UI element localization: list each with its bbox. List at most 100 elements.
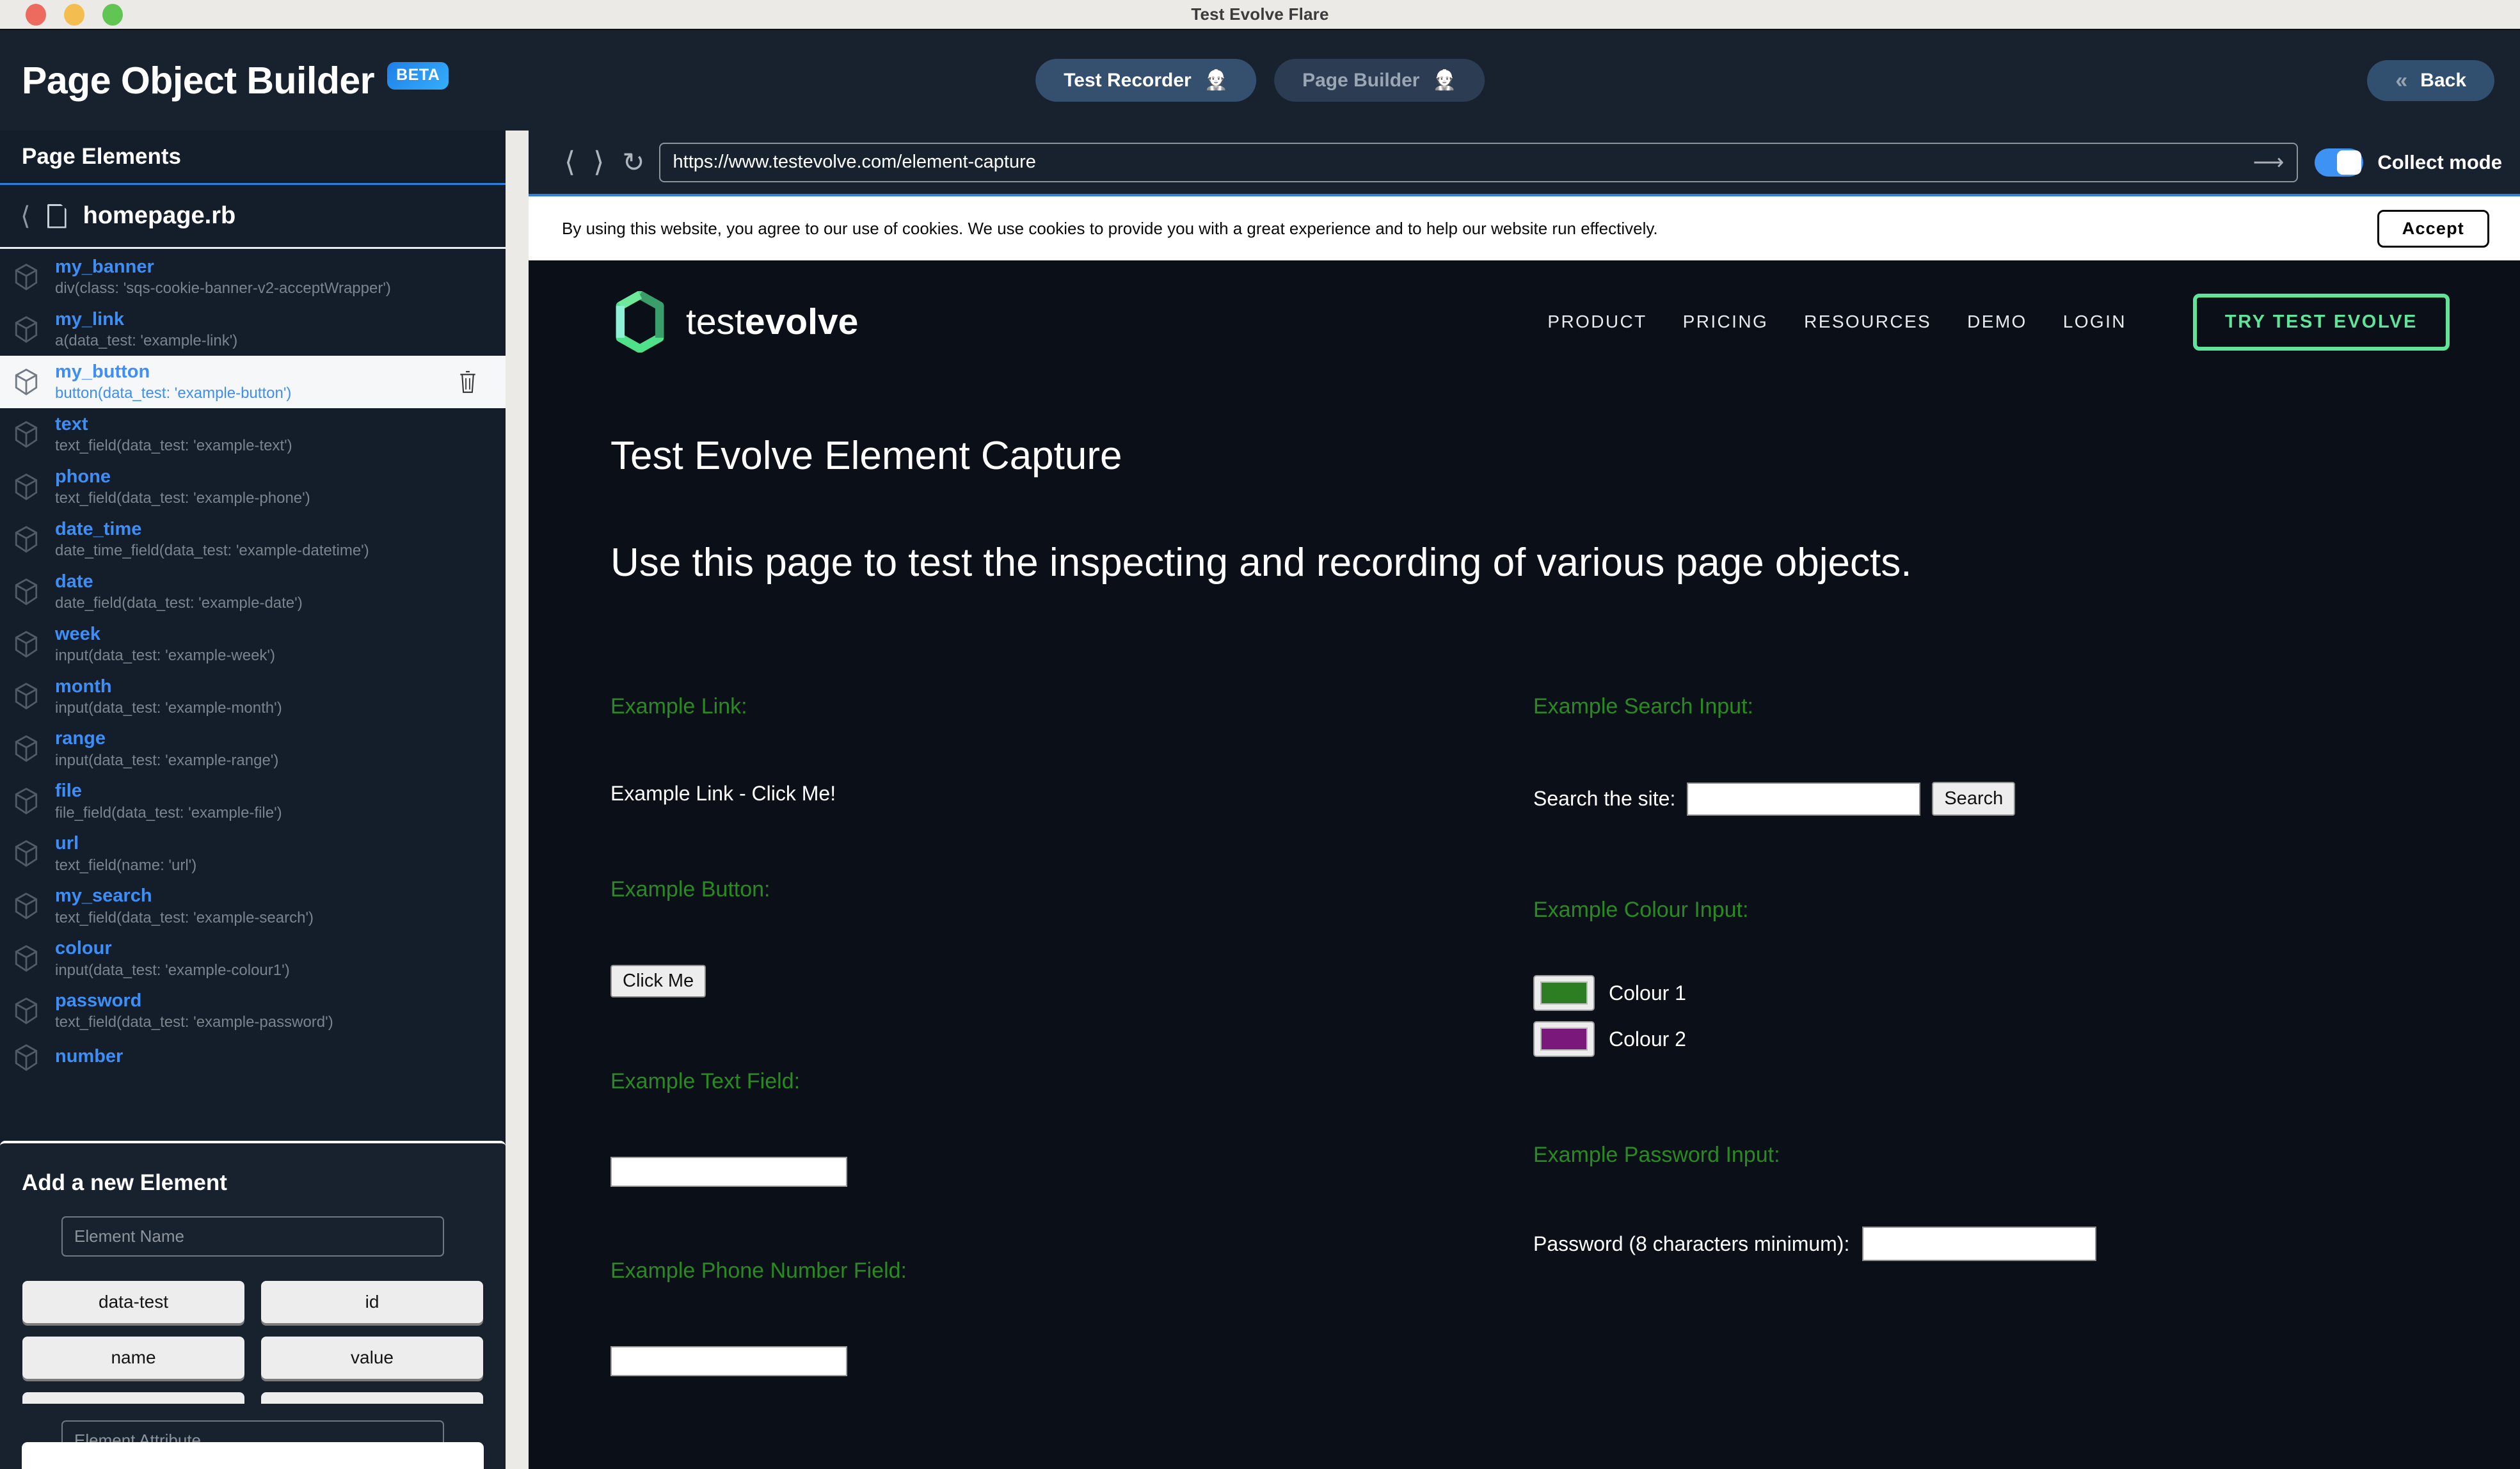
tab-page-builder[interactable]: Page Builder 👷 — [1274, 59, 1485, 102]
minimize-window-icon[interactable] — [64, 3, 84, 26]
attr-data-test-button[interactable]: data-test — [22, 1281, 244, 1323]
arrow-right-icon[interactable]: ⟶ — [2253, 150, 2285, 175]
click-me-button[interactable]: Click Me — [610, 965, 706, 997]
url-bar[interactable]: https://www.testevolve.com/element-captu… — [658, 142, 2299, 182]
window-titlebar: Test Evolve Flare — [0, 0, 2520, 30]
page-elements-sidebar: Page Elements ⟨ homepage.rb my_banner div… — [0, 131, 506, 1469]
page-element-row[interactable]: date_time date_time_field(data_test: 'exa… — [0, 513, 506, 566]
site-content: testevolve PRODUCT PRICING RESOURCES DEMO LO… — [529, 260, 2520, 1466]
page-element-text: file file_field(data_test: 'example-file'… — [55, 781, 282, 822]
example-link[interactable]: Example Link - Click Me! — [610, 782, 1450, 806]
close-window-icon[interactable] — [26, 3, 46, 26]
maximize-window-icon[interactable] — [102, 3, 123, 26]
page-element-text: phone text_field(data_test: 'example-phon… — [55, 466, 310, 507]
examples-left-column: Example Link: Example Link - Click Me! E… — [529, 694, 1450, 1376]
page-element-selector: button(data_test: 'example-button') — [55, 385, 292, 402]
page-element-row[interactable]: text text_field(data_test: 'example-text'… — [0, 408, 506, 461]
browser-forward-icon[interactable]: ⟩ — [584, 148, 613, 177]
page-element-name: month — [55, 676, 112, 697]
colour-2-swatch[interactable] — [1533, 1021, 1595, 1057]
chevron-double-left-icon: « — [2395, 68, 2408, 93]
page-element-row[interactable]: colour input(data_test: 'example-colour1'… — [0, 932, 506, 985]
attr-extra-left-button[interactable] — [22, 1392, 244, 1404]
page-element-row[interactable]: my_search text_field(data_test: 'example-… — [0, 880, 506, 932]
attribute-button-grid: data-test id name value — [22, 1281, 483, 1379]
page-element-row[interactable]: my_link a(data_test: 'example-link') — [0, 303, 506, 356]
page-element-text: week input(data_test: 'example-week') — [55, 624, 275, 665]
attr-id-button[interactable]: id — [261, 1281, 483, 1323]
site-nav-link[interactable]: PRODUCT — [1547, 312, 1647, 332]
page-element-text: my_search text_field(data_test: 'example-… — [55, 885, 314, 926]
page-element-row[interactable]: phone text_field(data_test: 'example-phon… — [0, 461, 506, 513]
page-element-text: colour input(data_test: 'example-colour1'… — [55, 938, 290, 979]
tab-page-builder-label: Page Builder — [1302, 69, 1420, 91]
page-element-row[interactable]: number — [0, 1037, 506, 1078]
site-nav-links: PRODUCT PRICING RESOURCES DEMO LOGIN TRY TEST… — [1547, 293, 2450, 351]
page-element-row[interactable]: week input(data_test: 'example-week') — [0, 618, 506, 671]
page-element-row[interactable]: date date_field(data_test: 'example-date'… — [0, 566, 506, 618]
embedded-browser: ⟨ ⟩ ↻ https://www.testevolve.com/element… — [529, 131, 2520, 1469]
page-element-name: text — [55, 413, 88, 434]
search-button[interactable]: Search — [1932, 782, 2016, 816]
colour-2-label: Colour 2 — [1609, 1027, 1686, 1051]
page-element-row[interactable]: range input(data_test: 'example-range') — [0, 722, 506, 775]
page-element-row[interactable]: my_banner div(class: 'sqs-cookie-banner-v… — [0, 251, 506, 303]
attr-name-button[interactable]: name — [22, 1337, 244, 1379]
page-element-text: my_banner div(class: 'sqs-cookie-banner-v… — [55, 257, 391, 298]
colour-1-swatch[interactable] — [1533, 975, 1595, 1011]
sidebar-title: Page Elements — [0, 131, 506, 185]
page-element-row[interactable]: month input(data_test: 'example-month') — [0, 671, 506, 723]
page-element-name: number — [55, 1045, 124, 1067]
password-label: Password (8 characters minimum): — [1533, 1232, 1850, 1255]
mode-tabs: Test Recorder 👷 Page Builder 👷 — [1035, 59, 1485, 102]
delete-element-icon[interactable] — [458, 370, 477, 394]
page-element-row[interactable]: password text_field(data_test: 'example-p… — [0, 985, 506, 1037]
url-text: https://www.testevolve.com/element-captu… — [673, 152, 1036, 172]
page-element-row[interactable]: url text_field(name: 'url') — [0, 827, 506, 880]
example-text-input[interactable] — [610, 1157, 847, 1187]
chevron-left-icon[interactable]: ⟨ — [20, 203, 31, 229]
current-file-row[interactable]: ⟨ homepage.rb — [0, 185, 506, 249]
page-element-text: date_time date_time_field(data_test: 'exa… — [55, 519, 369, 560]
worker-icon: 👷 — [1432, 70, 1456, 91]
search-input[interactable] — [1687, 782, 1921, 816]
cube-icon — [13, 891, 40, 921]
beta-badge: BETA — [387, 61, 449, 90]
page-elements-list[interactable]: my_banner div(class: 'sqs-cookie-banner-v… — [0, 251, 506, 1271]
attr-value-button[interactable]: value — [261, 1337, 483, 1379]
add-element-submit-area[interactable] — [22, 1442, 484, 1469]
cookie-accept-button[interactable]: Accept — [2377, 209, 2489, 248]
page-element-name: colour — [55, 938, 112, 959]
site-navbar: testevolve PRODUCT PRICING RESOURCES DEMO LO… — [529, 260, 2520, 353]
back-button[interactable]: « Back — [2367, 60, 2494, 101]
site-nav-link[interactable]: DEMO — [1967, 312, 2027, 332]
add-element-title: Add a new Element — [22, 1170, 227, 1195]
tab-test-recorder[interactable]: Test Recorder 👷 — [1035, 59, 1257, 102]
element-name-input[interactable] — [61, 1216, 444, 1257]
site-nav-link[interactable]: RESOURCES — [1804, 312, 1931, 332]
app-title-group: Page Object Builder BETA — [22, 59, 449, 102]
cube-icon — [13, 681, 40, 711]
reload-icon[interactable]: ↻ — [613, 147, 658, 178]
password-input[interactable] — [1862, 1227, 2097, 1261]
cube-icon — [13, 472, 40, 502]
site-nav-link[interactable]: LOGIN — [2063, 312, 2126, 332]
test-evolve-logo[interactable]: testevolve — [610, 291, 858, 353]
attr-extra-right-button[interactable] — [261, 1392, 483, 1404]
example-phone-input[interactable] — [610, 1346, 847, 1376]
browser-toolbar: ⟨ ⟩ ↻ https://www.testevolve.com/element… — [529, 131, 2520, 196]
try-test-evolve-button[interactable]: TRY TEST EVOLVE — [2192, 293, 2450, 351]
browser-back-icon[interactable]: ⟨ — [555, 148, 584, 177]
collect-mode-toggle[interactable] — [2315, 148, 2364, 177]
page-element-row[interactable]: file file_field(data_test: 'example-file'… — [0, 775, 506, 827]
site-nav-link[interactable]: PRICING — [1683, 312, 1768, 332]
page-element-text: range input(data_test: 'example-range') — [55, 728, 278, 769]
colour-2-fill — [1540, 1028, 1588, 1051]
page-element-row[interactable]: my_button button(data_test: 'example-butt… — [0, 355, 506, 408]
examples-columns: Example Link: Example Link - Click Me! E… — [529, 585, 2520, 1376]
toggle-knob — [2337, 150, 2362, 175]
